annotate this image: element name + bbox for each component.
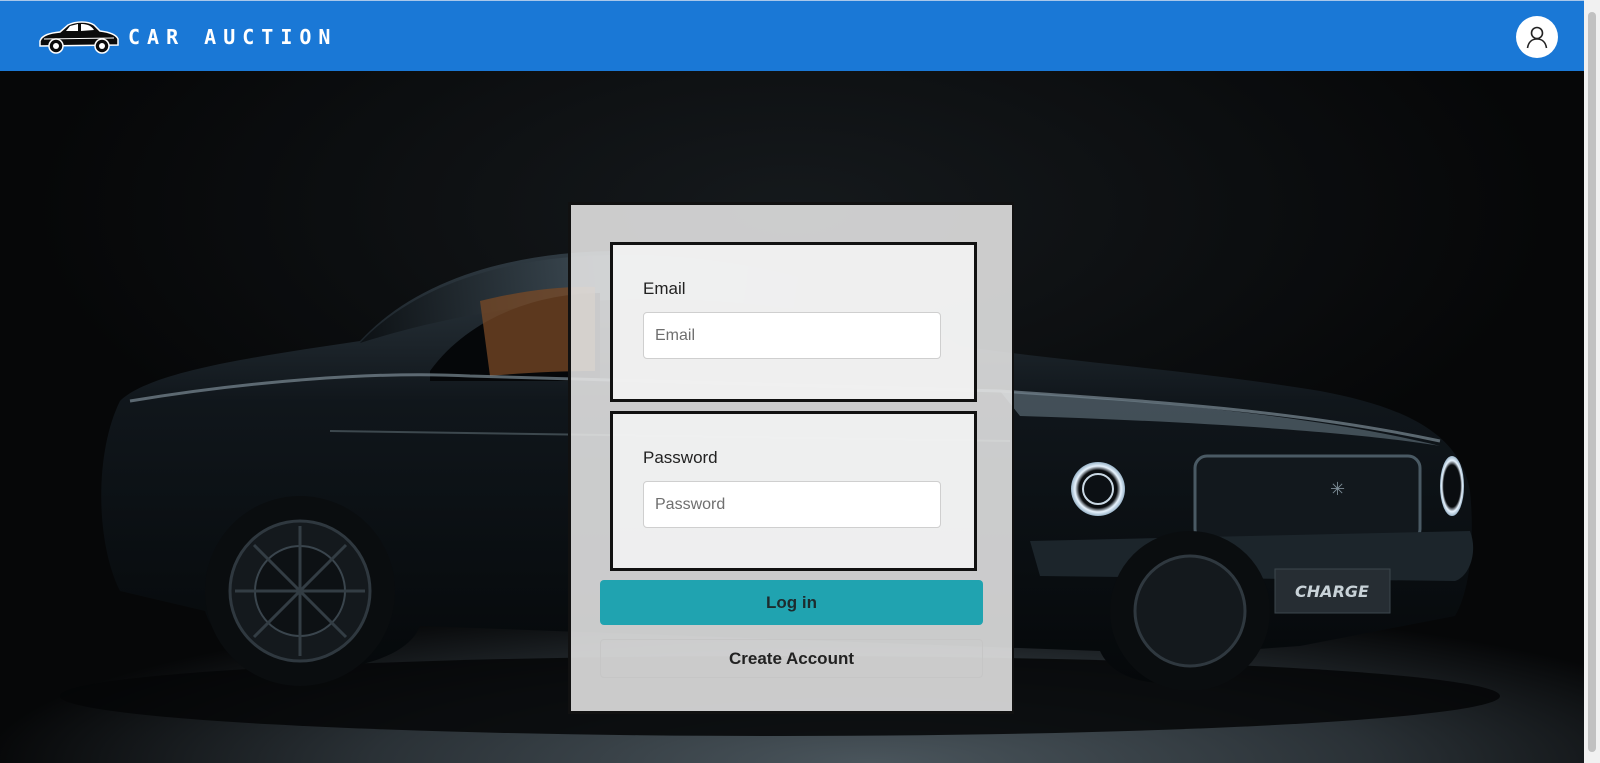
- email-label: Email: [643, 279, 686, 298]
- car-icon: [39, 21, 119, 54]
- email-input[interactable]: [643, 312, 941, 359]
- page-scrollbar[interactable]: [1584, 0, 1600, 763]
- brand-home-link[interactable]: CAR AUCTION: [36, 17, 337, 57]
- login-panel: Email Password Log in Create Account: [568, 202, 1014, 714]
- password-label: Password: [643, 448, 718, 467]
- email-field-group: Email: [610, 242, 977, 402]
- password-field-group: Password: [610, 411, 977, 571]
- account-button[interactable]: [1516, 16, 1558, 58]
- login-button[interactable]: Log in: [600, 580, 983, 625]
- create-account-button[interactable]: Create Account: [600, 639, 983, 678]
- svg-text:✳: ✳: [1330, 479, 1345, 500]
- site-title: CAR AUCTION: [128, 25, 338, 49]
- password-input[interactable]: [643, 481, 941, 528]
- scrollbar-thumb[interactable]: [1588, 12, 1596, 752]
- license-plate: CHARGE: [1295, 582, 1369, 601]
- user-icon: [1526, 26, 1548, 49]
- top-navbar: CAR AUCTION: [0, 0, 1584, 71]
- page: ✳ CHARGE CAR AUCTION Email Email Passwor…: [0, 0, 1600, 763]
